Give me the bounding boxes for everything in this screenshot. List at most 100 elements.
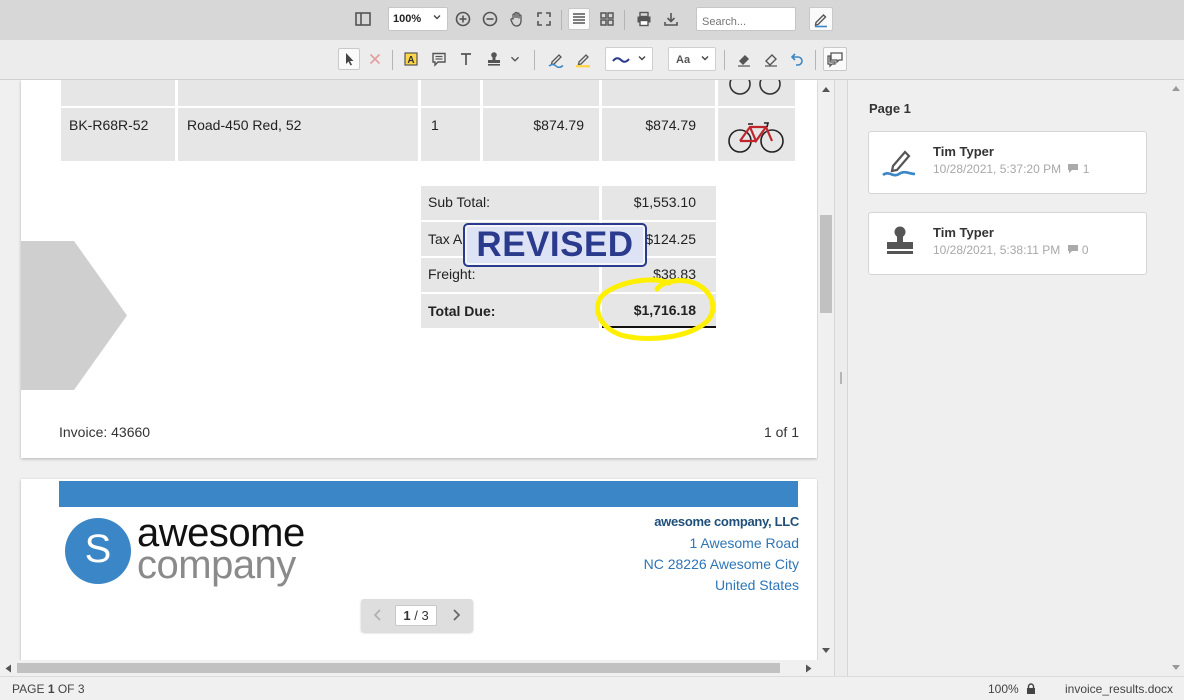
eraser-tool-button[interactable] <box>733 48 755 70</box>
toolbar-divider <box>724 50 725 70</box>
font-style-select[interactable]: Aa <box>668 47 716 71</box>
table-cell <box>421 80 480 106</box>
lock-icon <box>1027 683 1036 694</box>
print-button[interactable] <box>633 8 655 30</box>
panel-scroll-up-icon[interactable] <box>1171 84 1181 92</box>
ink-tool-button[interactable] <box>545 48 567 70</box>
eraser-icon <box>738 55 750 67</box>
status-current-page: 1 <box>47 682 55 696</box>
comments-icon <box>827 52 843 68</box>
stamp-icon <box>887 226 913 254</box>
file-name: invoice_results.docx <box>1065 682 1174 696</box>
header-band <box>59 481 798 507</box>
zoom-out-button[interactable] <box>479 8 501 30</box>
undo-button[interactable] <box>786 48 808 70</box>
zoom-value: 100% <box>393 13 422 25</box>
fullscreen-button[interactable] <box>533 8 555 30</box>
horizontal-scroll-thumb[interactable] <box>17 663 780 673</box>
vertical-scroll-thumb[interactable] <box>820 215 832 313</box>
grid-icon <box>600 12 614 26</box>
toolbar-divider <box>392 50 393 70</box>
status-total-pages: 3 <box>77 682 85 696</box>
printer-icon <box>637 11 651 27</box>
panel-splitter[interactable] <box>834 80 848 676</box>
scroll-down-icon[interactable] <box>821 647 831 655</box>
download-button[interactable] <box>660 8 682 30</box>
company-logo-icon: S <box>65 518 131 584</box>
product-image-cell <box>718 108 795 161</box>
line-total-cell: $874.79 <box>602 108 715 161</box>
page-of: OF <box>57 682 75 696</box>
delete-annotation-button[interactable] <box>364 48 386 70</box>
stamp-tool-button[interactable] <box>483 48 505 70</box>
chevron-down-icon <box>433 15 441 20</box>
revised-stamp[interactable]: REVISED <box>463 223 647 267</box>
horizontal-scrollbar[interactable] <box>0 660 818 676</box>
eraser-line-icon <box>765 54 777 67</box>
panel-scroll-down-icon[interactable] <box>1171 664 1181 672</box>
zoom-select[interactable]: 100% <box>388 7 448 31</box>
company-name: awesome company, LLC <box>654 514 799 529</box>
sidebar-toggle-button[interactable] <box>352 8 374 30</box>
annotation-timestamp: 10/28/2021, 5:37:20 PM <box>933 162 1062 176</box>
qty-cell: 1 <box>421 108 480 161</box>
reply-count-icon <box>1068 164 1079 173</box>
annotation-item[interactable]: Tim Typer 10/28/2021, 5:38:11 PM 0 <box>868 212 1147 275</box>
clear-ink-button[interactable] <box>760 48 782 70</box>
pen-icon <box>814 14 827 28</box>
sku-cell: BK-R68R-52 <box>61 108 175 161</box>
address-line: NC 28226 Awesome City <box>643 556 799 572</box>
search-input[interactable] <box>696 7 796 31</box>
comments-panel-button[interactable] <box>823 47 847 71</box>
zoom-out-icon <box>482 11 498 27</box>
document-page-2: S awesome company awesome company, LLC 1… <box>21 479 817 660</box>
select-tool-button[interactable] <box>338 48 360 70</box>
chevron-down-icon <box>638 56 646 61</box>
page-navigator: 1 / 3 <box>361 599 473 632</box>
text-box-icon: A <box>404 52 418 66</box>
vertical-scrollbar[interactable] <box>818 80 834 660</box>
pan-button[interactable] <box>506 8 528 30</box>
scroll-right-icon[interactable] <box>805 664 813 673</box>
annotation-meta: 10/28/2021, 5:38:11 PM 0 <box>933 243 1089 257</box>
annotations-panel: Page 1 Tim Typer 10/28/2021, 5:37:20 PM … <box>849 80 1184 676</box>
annotation-toggle-button[interactable] <box>809 7 833 31</box>
page-prefix: PAGE <box>12 682 45 696</box>
zoom-in-button[interactable] <box>452 8 474 30</box>
highlighter-tool-button[interactable] <box>572 48 594 70</box>
table-cell <box>718 80 795 106</box>
product-cell: Road-450 Red, 52 <box>178 108 418 161</box>
logo-text-secondary: company <box>137 543 296 587</box>
thumbnail-view-button[interactable] <box>596 8 618 30</box>
page-number-input[interactable]: 1 / 3 <box>395 605 437 626</box>
free-text-tool-button[interactable]: A <box>400 48 422 70</box>
font-icon: Aa <box>676 54 691 66</box>
table-cell <box>178 80 418 106</box>
continuous-view-button[interactable] <box>568 8 590 30</box>
ink-circle-annotation[interactable] <box>591 275 721 345</box>
annotation-item[interactable]: Tim Typer 10/28/2021, 5:37:20 PM 1 <box>868 131 1147 194</box>
text-tool-button[interactable] <box>455 48 477 70</box>
table-cell <box>602 80 715 106</box>
ink-pen-icon <box>548 54 564 68</box>
stroke-style-select[interactable] <box>605 47 653 71</box>
undo-icon <box>790 53 803 66</box>
scroll-left-icon[interactable] <box>4 664 12 673</box>
bicycle-icon <box>729 80 781 95</box>
annotation-meta: 10/28/2021, 5:37:20 PM 1 <box>933 162 1089 176</box>
totals-value: $1,553.10 <box>602 186 716 220</box>
stamp-dropdown-button[interactable] <box>507 48 523 70</box>
chevron-right-icon[interactable] <box>449 608 463 622</box>
page-separator: / <box>414 608 418 623</box>
hand-icon <box>510 11 522 27</box>
reply-count: 0 <box>1081 243 1089 257</box>
unit-price-cell: $874.79 <box>483 108 599 161</box>
chevron-left-icon[interactable] <box>371 608 385 622</box>
svg-text:Aa: Aa <box>676 54 691 66</box>
scroll-up-icon[interactable] <box>821 85 831 93</box>
comment-tool-button[interactable] <box>428 48 450 70</box>
signature-icon <box>882 150 916 177</box>
status-zoom: 100% <box>988 682 1036 696</box>
document-viewport[interactable]: BK-R68R-52 Road-450 Red, 52 1 $874.79 $8… <box>0 80 818 660</box>
sidebar-icon <box>355 12 371 26</box>
